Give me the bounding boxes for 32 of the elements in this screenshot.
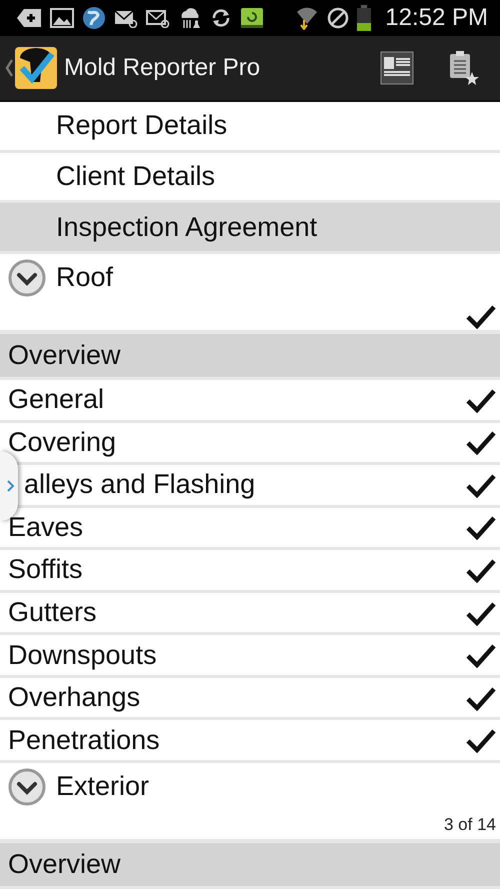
- progress-count: 3 of 14: [444, 814, 496, 835]
- expand-icon[interactable]: [8, 768, 46, 806]
- mail-icon: [146, 8, 170, 28]
- section-title[interactable]: Exterior: [56, 771, 150, 802]
- mail-icon: [114, 8, 138, 28]
- item-label[interactable]: Eaves: [8, 512, 84, 543]
- expand-icon[interactable]: [8, 258, 46, 297]
- item-label[interactable]: Penetrations: [8, 724, 160, 756]
- item-label[interactable]: Covering: [8, 426, 116, 458]
- section-title[interactable]: Roof: [56, 262, 114, 294]
- item-label[interactable]: Downspouts: [8, 640, 157, 671]
- add-notification-icon: [16, 8, 42, 28]
- nav-item[interactable]: Inspection Agreement: [0, 203, 500, 254]
- subsection-header: Overview: [0, 843, 500, 889]
- item-label[interactable]: General: [8, 384, 104, 416]
- item-label[interactable]: Overhangs: [8, 682, 140, 714]
- clock-time: 12:52 PM: [385, 4, 488, 32]
- nav-item[interactable]: Client Details: [0, 152, 500, 204]
- item-label[interactable]: Soffits: [8, 554, 83, 586]
- app-title: Mold Reporter Pro: [64, 54, 262, 82]
- battery-icon: [357, 5, 372, 31]
- drive-icon: [240, 7, 264, 29]
- back-caret-icon[interactable]: [4, 58, 14, 78]
- image-icon: [50, 8, 74, 28]
- wifi-icon: [295, 6, 320, 30]
- subsection-header: Overview: [0, 334, 500, 380]
- chevron-right-icon: [7, 480, 14, 492]
- item-label[interactable]: Gutters: [8, 597, 97, 628]
- blocked-icon: [327, 7, 350, 29]
- item-label[interactable]: alleys and Flashing: [24, 469, 256, 500]
- app-logo-icon[interactable]: [14, 46, 58, 90]
- sync-icon: [210, 7, 232, 29]
